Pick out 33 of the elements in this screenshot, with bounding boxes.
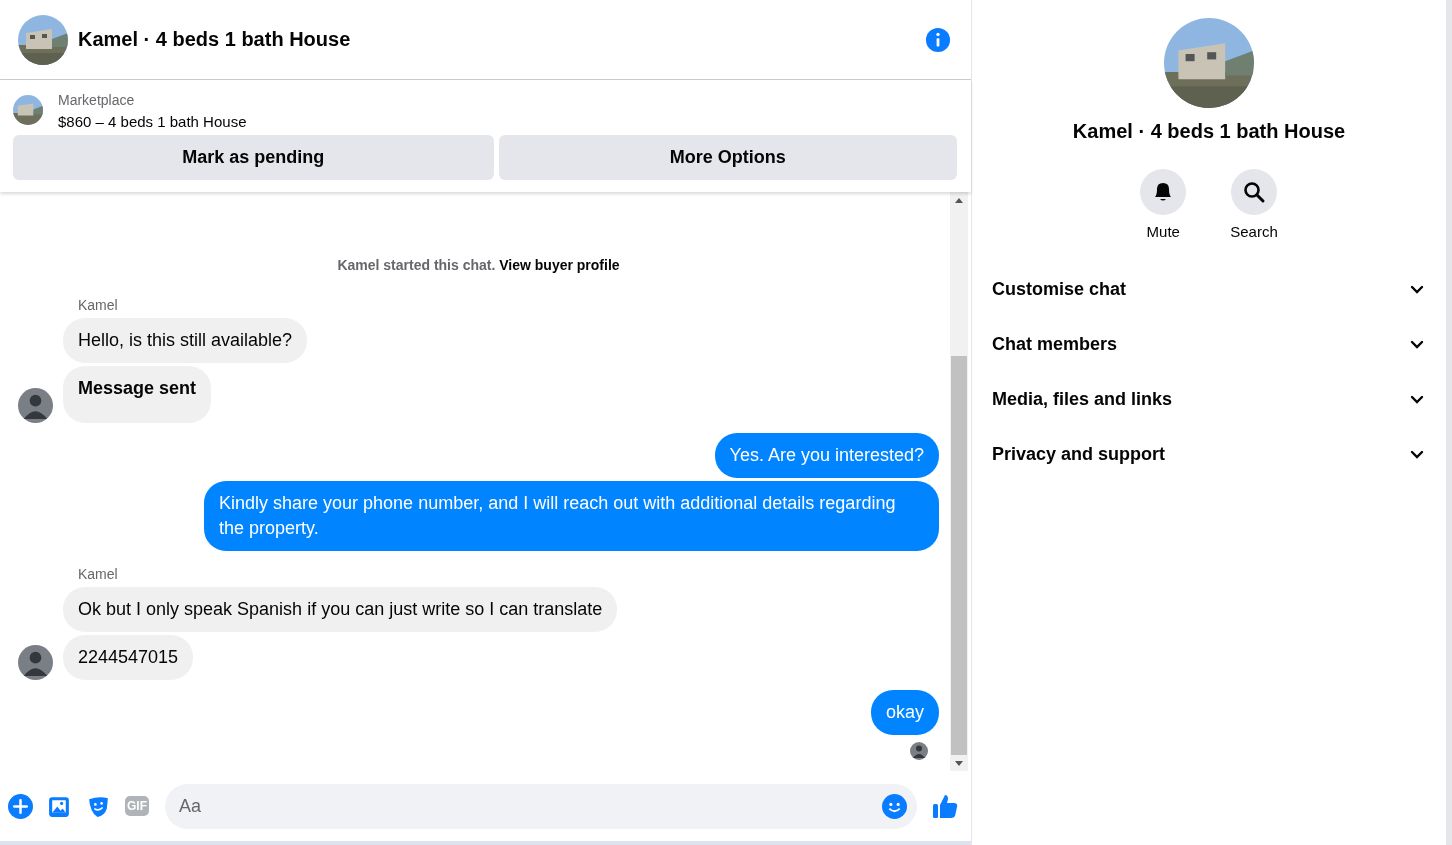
message-bubble: Kindly share your phone number, and I will reach out with additional details regarding the property. bbox=[204, 481, 939, 551]
info-icon[interactable] bbox=[925, 26, 951, 53]
message-bubble: Ok but I only speak Spanish if you can just write so I can translate bbox=[63, 587, 618, 632]
avatar-icon bbox=[18, 388, 53, 423]
mark-pending-button[interactable]: Mark as pending bbox=[13, 135, 494, 180]
message-input[interactable]: Aa bbox=[165, 783, 917, 829]
scrollbar[interactable] bbox=[950, 192, 968, 771]
add-icon[interactable] bbox=[8, 793, 33, 819]
listing-source: Marketplace bbox=[58, 92, 136, 108]
message-bubble: Hello, is this still available? bbox=[63, 318, 308, 363]
search-icon[interactable] bbox=[1231, 169, 1277, 215]
action-label: Mute bbox=[1146, 223, 1180, 240]
message-bubble: 2244547015 bbox=[63, 635, 194, 680]
section-header[interactable]: Privacy and support bbox=[992, 427, 1424, 482]
thumbs-up-icon[interactable] bbox=[931, 792, 959, 820]
sender-name: Kamel bbox=[78, 297, 119, 313]
listing-summary: $860 – 4 beds 1 bath House bbox=[58, 113, 247, 130]
chat-title: Kamel · 4 beds 1 bath House bbox=[78, 28, 352, 51]
message-bubble: okay bbox=[870, 690, 939, 735]
bell-icon[interactable] bbox=[1140, 169, 1187, 215]
avatar-icon bbox=[18, 645, 53, 680]
section-header[interactable]: Chat members bbox=[992, 317, 1424, 372]
sender-name: Kamel bbox=[78, 566, 119, 582]
section-header[interactable]: Media, files and links bbox=[992, 372, 1424, 427]
more-options-button[interactable]: More Options bbox=[498, 135, 957, 180]
message-bubble: Message sent bbox=[63, 366, 212, 423]
buyer-profile-link[interactable]: View buyer profile bbox=[499, 257, 620, 273]
emoji-icon[interactable] bbox=[882, 793, 907, 819]
message-bubble: Yes. Are you interested? bbox=[714, 433, 939, 478]
profile-name: Kamel · 4 beds 1 bath House bbox=[1072, 120, 1346, 143]
chat-notice: Kamel started this chat. View buyer profile bbox=[336, 257, 621, 273]
action-label: Search bbox=[1230, 223, 1278, 240]
section-header[interactable]: Customise chat bbox=[992, 262, 1424, 317]
